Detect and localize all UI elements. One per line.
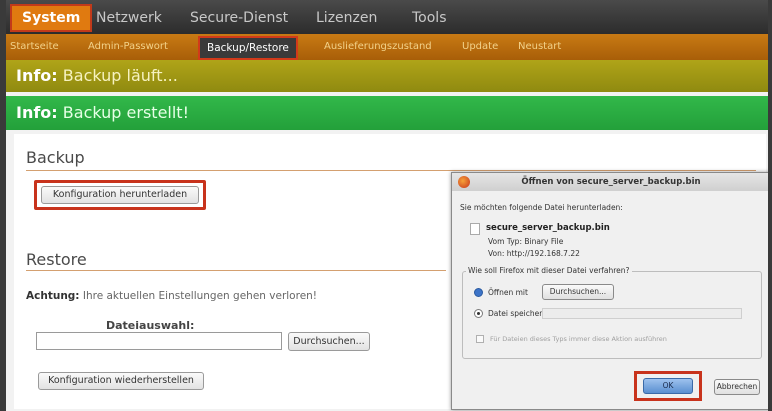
info-text: Backup erstellt! (62, 103, 189, 122)
subnav-auslieferungszustand[interactable]: Auslieferungszustand (324, 38, 432, 56)
dialog-file-source: Von: http://192.168.7.22 (488, 249, 580, 258)
info-bar-created: Info: Backup erstellt! (6, 96, 768, 130)
file-icon (470, 223, 480, 235)
cancel-button[interactable]: Abbrechen (714, 379, 760, 395)
subnav-startseite[interactable]: Startseite (10, 38, 59, 56)
highlight-frame: OK (634, 371, 702, 401)
firefox-icon (458, 176, 470, 188)
subnav-admin-passwort[interactable]: Admin-Passwort (88, 38, 168, 56)
download-dialog: Öffnen von secure_server_backup.bin Sie … (451, 172, 768, 410)
always-action-checkbox[interactable] (476, 335, 484, 343)
dialog-file-type: Vom Typ: Binary File (488, 237, 564, 246)
download-config-button[interactable]: Konfiguration herunterladen (41, 186, 199, 204)
subnav-backup-restore[interactable]: Backup/Restore (198, 36, 298, 60)
subnav-neustart[interactable]: Neustart (518, 38, 561, 56)
restore-heading: Restore (26, 250, 87, 269)
ok-button[interactable]: OK (643, 378, 693, 394)
dialog-title: Öffnen von secure_server_backup.bin (521, 177, 701, 187)
top-navigation: System Netzwerk Secure-Dienst Lizenzen T… (6, 0, 768, 34)
file-path-input[interactable] (36, 332, 282, 350)
open-with-browse-button[interactable]: Durchsuchen... (542, 284, 614, 300)
nav-netzwerk[interactable]: Netzwerk (96, 6, 162, 30)
browser-page: System Netzwerk Secure-Dienst Lizenzen T… (6, 0, 768, 411)
always-action-label: Für Dateien dieses Typs immer diese Akti… (490, 335, 667, 343)
highlight-frame: Konfiguration herunterladen (34, 180, 206, 210)
restore-config-button[interactable]: Konfiguration wiederherstellen (38, 372, 204, 390)
warning-label: Achtung: (26, 290, 80, 302)
file-select-label: Dateiauswahl: (106, 319, 195, 332)
sub-navigation: Startseite Admin-Passwort Backup/Restore… (6, 34, 768, 60)
restore-warning: Achtung: Ihre aktuellen Einstellungen ge… (26, 290, 317, 302)
save-path-field (542, 308, 742, 319)
save-file-label: Datei speichern (488, 309, 547, 318)
nav-tools[interactable]: Tools (412, 6, 447, 30)
info-text: Backup läuft... (62, 66, 178, 85)
dialog-intro: Sie möchten folgende Datei herunterladen… (460, 203, 623, 212)
warning-text: Ihre aktuellen Einstellungen gehen verlo… (82, 290, 318, 302)
dialog-filename: secure_server_backup.bin (486, 223, 610, 233)
browse-button[interactable]: Durchsuchen... (288, 332, 370, 351)
nav-secure-dienst[interactable]: Secure-Dienst (190, 6, 288, 30)
subnav-update[interactable]: Update (462, 38, 498, 56)
open-with-radio[interactable] (474, 288, 483, 297)
nav-system[interactable]: System (10, 4, 93, 32)
action-question: Wie soll Firefox mit dieser Datei verfah… (466, 266, 632, 275)
open-with-label: Öffnen mit (488, 288, 528, 297)
nav-lizenzen[interactable]: Lizenzen (316, 6, 377, 30)
info-bar-running: Info: Backup läuft... (6, 60, 768, 92)
save-file-radio[interactable] (474, 309, 483, 318)
info-label: Info: (16, 103, 58, 122)
info-label: Info: (16, 66, 58, 85)
dialog-title-bar: Öffnen von secure_server_backup.bin (452, 173, 768, 191)
divider (26, 270, 446, 271)
divider (26, 170, 756, 171)
backup-heading: Backup (26, 148, 85, 167)
